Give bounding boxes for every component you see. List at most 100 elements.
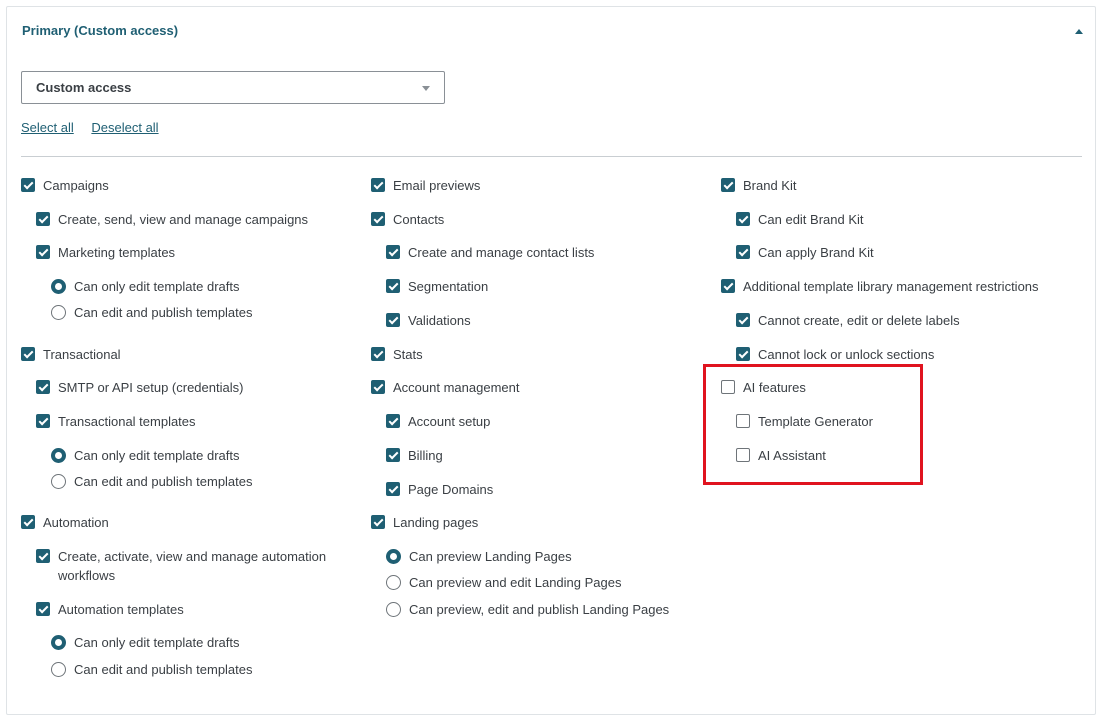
checkbox[interactable] bbox=[736, 212, 750, 226]
radio-automation-edit-publish[interactable]: Can edit and publish templates bbox=[51, 660, 253, 679]
radio-button[interactable] bbox=[51, 662, 66, 677]
perm-landing-pages[interactable]: Landing pages bbox=[371, 513, 478, 532]
divider bbox=[21, 156, 1082, 157]
checkbox[interactable] bbox=[21, 515, 35, 529]
radio-automation-drafts-only[interactable]: Can only edit template drafts bbox=[51, 633, 239, 652]
perm-segmentation[interactable]: Segmentation bbox=[386, 277, 488, 296]
checkbox[interactable] bbox=[36, 414, 50, 428]
perm-create-send-campaigns[interactable]: Create, send, view and manage campaigns bbox=[36, 210, 308, 229]
access-level-value: Custom access bbox=[36, 80, 132, 95]
perm-label: Transactional templates bbox=[58, 414, 196, 429]
checkbox[interactable] bbox=[386, 448, 400, 462]
perm-label: Stats bbox=[393, 347, 423, 362]
perm-label: Create, send, view and manage campaigns bbox=[58, 212, 309, 227]
perm-label: Email previews bbox=[393, 178, 481, 193]
checkbox[interactable] bbox=[21, 178, 35, 192]
perm-apply-brand-kit[interactable]: Can apply Brand Kit bbox=[736, 243, 874, 262]
radio-landing-preview[interactable]: Can preview Landing Pages bbox=[386, 547, 572, 566]
perm-label: Brand Kit bbox=[743, 178, 797, 193]
checkbox[interactable] bbox=[736, 347, 750, 361]
checkbox[interactable] bbox=[371, 515, 385, 529]
radio-label: Can only edit template drafts bbox=[74, 279, 240, 294]
radio-label: Can only edit template drafts bbox=[74, 448, 240, 463]
radio-button[interactable] bbox=[51, 279, 66, 294]
perm-label: Create and manage contact lists bbox=[408, 245, 595, 260]
perm-account-setup[interactable]: Account setup bbox=[386, 412, 490, 431]
perm-contact-lists[interactable]: Create and manage contact lists bbox=[386, 243, 594, 262]
checkbox[interactable] bbox=[386, 279, 400, 293]
checkbox[interactable] bbox=[36, 549, 50, 563]
perm-edit-brand-kit[interactable]: Can edit Brand Kit bbox=[736, 210, 864, 229]
checkbox[interactable] bbox=[371, 212, 385, 226]
checkbox[interactable] bbox=[386, 414, 400, 428]
radio-transactional-drafts-only[interactable]: Can only edit template drafts bbox=[51, 446, 239, 465]
radio-button[interactable] bbox=[51, 305, 66, 320]
perm-email-previews[interactable]: Email previews bbox=[371, 176, 480, 195]
checkbox[interactable] bbox=[721, 279, 735, 293]
perm-campaigns[interactable]: Campaigns bbox=[21, 176, 109, 195]
perm-no-labels[interactable]: Cannot create, edit or delete labels bbox=[736, 311, 960, 330]
perm-contacts[interactable]: Contacts bbox=[371, 210, 444, 229]
selection-links: Select all Deselect all bbox=[21, 120, 173, 135]
perm-label: Landing pages bbox=[393, 515, 479, 530]
perm-account-management[interactable]: Account management bbox=[371, 378, 519, 397]
checkbox[interactable] bbox=[36, 212, 50, 226]
radio-label: Can preview and edit Landing Pages bbox=[409, 575, 622, 590]
radio-button[interactable] bbox=[386, 575, 401, 590]
radio-landing-preview-edit-publish[interactable]: Can preview, edit and publish Landing Pa… bbox=[386, 600, 669, 619]
radio-button[interactable] bbox=[51, 635, 66, 650]
perm-validations[interactable]: Validations bbox=[386, 311, 471, 330]
radio-marketing-drafts-only[interactable]: Can only edit template drafts bbox=[51, 277, 239, 296]
perm-automation[interactable]: Automation bbox=[21, 513, 109, 532]
checkbox[interactable] bbox=[386, 245, 400, 259]
checkbox[interactable] bbox=[386, 313, 400, 327]
perm-label: Can edit Brand Kit bbox=[758, 212, 864, 227]
radio-transactional-edit-publish[interactable]: Can edit and publish templates bbox=[51, 472, 253, 491]
radio-button[interactable] bbox=[386, 602, 401, 617]
perm-label: Campaigns bbox=[43, 178, 109, 193]
checkbox[interactable] bbox=[371, 347, 385, 361]
radio-label: Can edit and publish templates bbox=[74, 662, 253, 677]
checkbox[interactable] bbox=[21, 347, 35, 361]
perm-billing[interactable]: Billing bbox=[386, 446, 443, 465]
perm-no-lock-sections[interactable]: Cannot lock or unlock sections bbox=[736, 345, 934, 364]
radio-marketing-edit-publish[interactable]: Can edit and publish templates bbox=[51, 303, 253, 322]
perm-template-library-restrictions[interactable]: Additional template library management r… bbox=[721, 277, 1039, 296]
perm-transactional-templates[interactable]: Transactional templates bbox=[36, 412, 196, 431]
perm-label: Transactional bbox=[43, 347, 121, 362]
checkbox[interactable] bbox=[721, 178, 735, 192]
perm-automation-templates[interactable]: Automation templates bbox=[36, 600, 184, 619]
perm-label: Create, activate, view and manage automa… bbox=[58, 549, 327, 583]
perm-stats[interactable]: Stats bbox=[371, 345, 423, 364]
perm-page-domains[interactable]: Page Domains bbox=[386, 480, 493, 499]
checkbox[interactable] bbox=[371, 380, 385, 394]
perm-label: Cannot lock or unlock sections bbox=[758, 347, 935, 362]
checkbox[interactable] bbox=[36, 245, 50, 259]
checkbox[interactable] bbox=[736, 245, 750, 259]
perm-manage-automation-workflows[interactable]: Create, activate, view and manage automa… bbox=[36, 547, 346, 585]
perm-smtp-api-setup[interactable]: SMTP or API setup (credentials) bbox=[36, 378, 243, 397]
perm-label: Contacts bbox=[393, 212, 445, 227]
deselect-all-link[interactable]: Deselect all bbox=[91, 120, 158, 135]
highlight-box bbox=[703, 364, 923, 485]
checkbox[interactable] bbox=[386, 482, 400, 496]
perm-marketing-templates[interactable]: Marketing templates bbox=[36, 243, 175, 262]
chevron-up-icon[interactable] bbox=[1075, 29, 1083, 34]
radio-button[interactable] bbox=[51, 474, 66, 489]
perm-label: Can apply Brand Kit bbox=[758, 245, 874, 260]
perm-transactional[interactable]: Transactional bbox=[21, 345, 121, 364]
radio-button[interactable] bbox=[386, 549, 401, 564]
perm-brand-kit[interactable]: Brand Kit bbox=[721, 176, 796, 195]
radio-label: Can edit and publish templates bbox=[74, 305, 253, 320]
perm-label: Segmentation bbox=[408, 279, 489, 294]
select-all-link[interactable]: Select all bbox=[21, 120, 74, 135]
perm-label: Account setup bbox=[408, 414, 491, 429]
checkbox[interactable] bbox=[371, 178, 385, 192]
radio-button[interactable] bbox=[51, 448, 66, 463]
perm-label: Additional template library management r… bbox=[743, 279, 1039, 294]
access-level-select[interactable]: Custom access bbox=[21, 71, 445, 104]
radio-landing-preview-edit[interactable]: Can preview and edit Landing Pages bbox=[386, 573, 621, 592]
checkbox[interactable] bbox=[736, 313, 750, 327]
checkbox[interactable] bbox=[36, 380, 50, 394]
checkbox[interactable] bbox=[36, 602, 50, 616]
